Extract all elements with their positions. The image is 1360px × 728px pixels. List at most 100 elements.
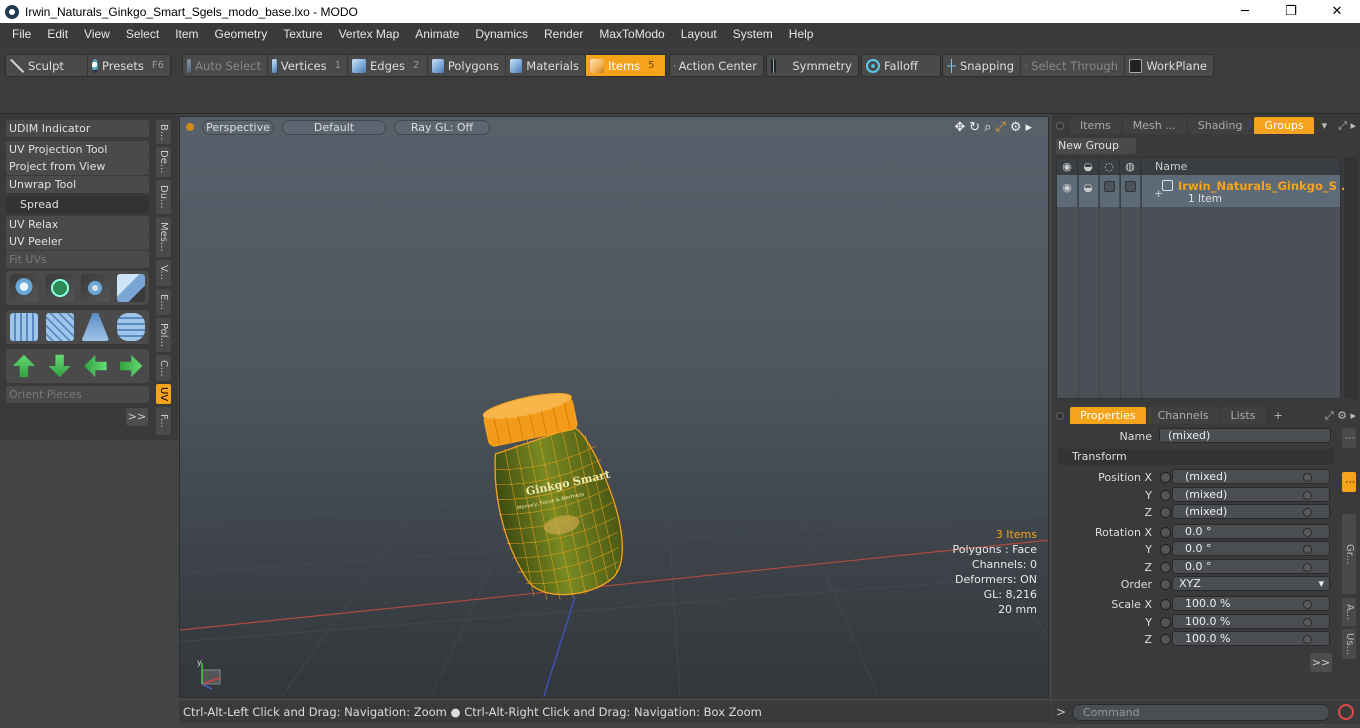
position-z-anim-icon[interactable] <box>1303 508 1312 517</box>
new-group-button[interactable]: New Group <box>1056 138 1136 154</box>
falloff-button[interactable]: Falloff <box>862 55 940 76</box>
side-tab-active[interactable]: ⋮ <box>1342 472 1356 492</box>
menu-file[interactable]: File <box>4 27 39 41</box>
symmetry-button[interactable]: Symmetry <box>767 55 858 76</box>
vtab-curve[interactable]: C... <box>156 355 171 381</box>
tab-items[interactable]: Items <box>1070 117 1121 134</box>
menu-edit[interactable]: Edit <box>39 27 76 41</box>
left-panel-more-button[interactable]: >> <box>126 408 148 426</box>
align-right-icon[interactable] <box>119 354 143 378</box>
viewport-settings-icon[interactable]: ⚙ <box>1010 120 1022 135</box>
action-center-button[interactable]: Action Center <box>670 55 763 76</box>
menu-system[interactable]: System <box>725 27 781 41</box>
scale-y-anim-icon[interactable] <box>1303 618 1312 627</box>
menu-render[interactable]: Render <box>536 27 591 41</box>
vtab-fusion[interactable]: F... <box>156 407 171 435</box>
scale-x-radio[interactable] <box>1160 599 1171 610</box>
properties-expand-icon[interactable]: ⤢ ⚙ ▸ <box>1325 409 1356 423</box>
tab-shading[interactable]: Shading <box>1187 117 1253 134</box>
uv-move-icon[interactable] <box>9 274 38 302</box>
side-tab-a[interactable]: A... <box>1342 598 1356 626</box>
vtab-duplicate[interactable]: Du... <box>156 180 171 214</box>
maximize-button[interactable]: ❐ <box>1268 0 1314 23</box>
position-y-anim-icon[interactable] <box>1303 491 1312 500</box>
workplane-button[interactable]: WorkPlane <box>1125 55 1213 76</box>
scale-y-radio[interactable] <box>1160 617 1171 628</box>
zoom-icon[interactable]: ⌕ <box>984 120 991 135</box>
uv-relax-button[interactable]: UV Relax <box>6 216 149 233</box>
uv-skew-icon[interactable] <box>45 313 74 341</box>
name-column-header[interactable]: Name <box>1141 160 1187 173</box>
menu-layout[interactable]: Layout <box>673 27 725 41</box>
sculpt-button[interactable]: Sculpt <box>6 55 88 76</box>
menu-view[interactable]: View <box>76 27 118 41</box>
rotation-y-anim-icon[interactable] <box>1303 545 1312 554</box>
uv-scale-icon[interactable] <box>81 274 110 302</box>
pan-icon[interactable]: ✥ <box>954 120 965 135</box>
close-button[interactable]: ✕ <box>1314 0 1360 23</box>
tab-overflow-icon[interactable]: ▾ <box>1322 119 1328 132</box>
uv-bend-icon[interactable] <box>9 313 38 341</box>
menu-vertex-map[interactable]: Vertex Map <box>331 27 408 41</box>
side-tab-user[interactable]: Us... <box>1342 629 1356 659</box>
vtab-basic[interactable]: B... <box>156 120 171 144</box>
menu-texture[interactable]: Texture <box>275 27 330 41</box>
vtab-polygon[interactable]: Pol... <box>156 318 171 352</box>
snapping-button[interactable]: Snapping <box>943 55 1021 76</box>
rotation-z-anim-icon[interactable] <box>1303 563 1312 572</box>
menu-help[interactable]: Help <box>781 27 822 41</box>
uv-peeler-button[interactable]: UV Peeler <box>6 233 149 250</box>
rotation-y-radio[interactable] <box>1160 544 1171 555</box>
project-from-view-button[interactable]: Project from View <box>6 158 149 175</box>
shading-dropdown[interactable]: Default <box>282 119 386 135</box>
udim-indicator-button[interactable]: UDIM Indicator <box>6 120 149 137</box>
align-left-icon[interactable] <box>84 354 107 378</box>
group-visibility-toggle[interactable]: ◉ <box>1057 175 1078 207</box>
position-x-anim-icon[interactable] <box>1303 473 1312 482</box>
uv-projection-tool-button[interactable]: UV Projection Tool <box>6 141 149 158</box>
transform-section[interactable]: Transform <box>1058 449 1334 465</box>
tab-properties[interactable]: Properties <box>1070 407 1146 424</box>
tab-groups[interactable]: Groups <box>1254 117 1314 134</box>
minimize-button[interactable]: ─ <box>1222 0 1268 23</box>
3d-viewport[interactable]: Ginkgo Smart Memory, Focus & Alertness y… <box>179 116 1049 698</box>
vtab-mesh[interactable]: Mes... <box>156 217 171 257</box>
order-radio[interactable] <box>1160 579 1171 590</box>
unwrap-tool-button[interactable]: Unwrap Tool <box>6 176 149 193</box>
scale-x-anim-icon[interactable] <box>1303 600 1312 609</box>
uv-box-icon[interactable] <box>117 274 146 302</box>
menu-animate[interactable]: Animate <box>407 27 467 41</box>
panel-menu-dot[interactable] <box>1056 121 1064 130</box>
scale-z-anim-icon[interactable] <box>1303 635 1312 644</box>
tab-channels[interactable]: Channels <box>1147 407 1219 424</box>
rotate-view-icon[interactable]: ↻ <box>969 120 980 135</box>
order-dropdown[interactable]: XYZ ▾ <box>1172 576 1330 591</box>
position-x-radio[interactable] <box>1160 472 1171 483</box>
vtab-uv[interactable]: UV <box>156 384 171 404</box>
raygl-toggle[interactable]: Ray GL: Off <box>394 119 490 135</box>
uv-rotate-icon[interactable] <box>45 274 74 302</box>
group-name[interactable]: Irwin_Naturals_Ginkgo_S ... <box>1178 179 1354 193</box>
auto-select-button[interactable]: Auto Select <box>183 55 268 76</box>
vtab-deform[interactable]: De... <box>156 147 171 177</box>
position-z-radio[interactable] <box>1160 507 1171 518</box>
fit-uvs-button[interactable]: Fit UVs <box>6 251 149 268</box>
record-macro-icon[interactable] <box>1338 704 1354 720</box>
side-tab-group[interactable]: Gr... <box>1342 514 1356 594</box>
align-down-icon[interactable] <box>48 354 71 378</box>
vtab-vertex[interactable]: V... <box>156 260 171 286</box>
rotation-x-radio[interactable] <box>1160 527 1171 538</box>
group-render-toggle[interactable]: ◒ <box>1078 175 1099 207</box>
presets-button[interactable]: Presets F6 <box>88 55 170 76</box>
properties-more-button[interactable]: >> <box>1310 653 1332 672</box>
group-select-toggle[interactable] <box>1120 175 1141 207</box>
viewport-canvas[interactable]: Ginkgo Smart Memory, Focus & Alertness y <box>180 117 1049 698</box>
rotation-x-anim-icon[interactable] <box>1303 528 1312 537</box>
command-input[interactable]: Command <box>1072 704 1330 721</box>
menu-dynamics[interactable]: Dynamics <box>467 27 536 41</box>
name-field[interactable]: (mixed) <box>1159 428 1331 443</box>
materials-button[interactable]: Materials <box>506 55 586 76</box>
tab-lists[interactable]: Lists <box>1220 407 1266 424</box>
add-tab-button[interactable]: + <box>1273 409 1282 422</box>
render-column-icon[interactable]: ◒ <box>1078 158 1099 175</box>
